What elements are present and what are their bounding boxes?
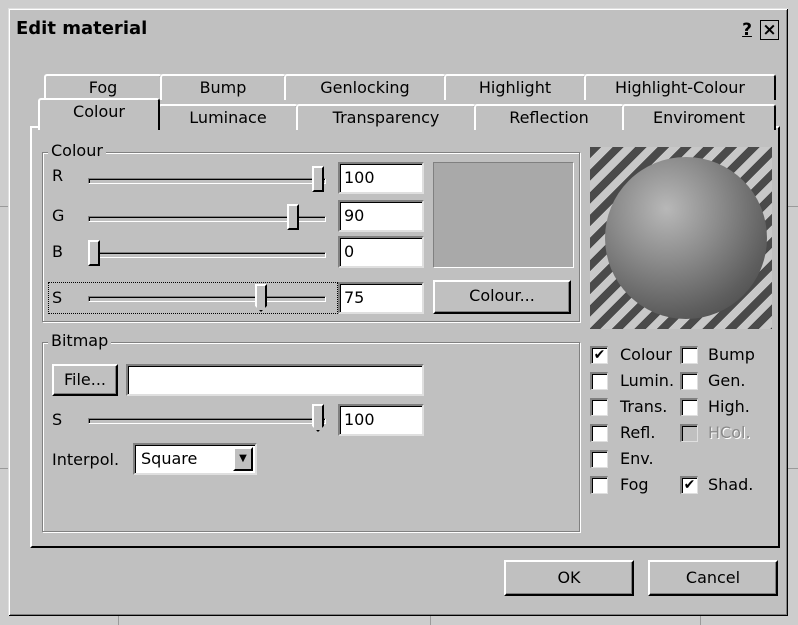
checkbox-colour[interactable]: ✔ xyxy=(590,346,608,364)
checkbox-refl[interactable] xyxy=(590,424,608,442)
checkbox-hcol xyxy=(680,424,698,442)
slider-s-label: S xyxy=(52,288,63,307)
s-value-field[interactable]: 75 xyxy=(338,282,424,314)
checkbox-refl-label: Refl. xyxy=(620,423,656,442)
bitmap-s-track[interactable] xyxy=(88,418,326,424)
slider-g-thumb[interactable] xyxy=(287,204,299,230)
tab-reflection[interactable]: Reflection xyxy=(474,104,624,130)
checkbox-shad-label: Shad. xyxy=(708,475,754,494)
colour-swatch xyxy=(433,162,574,268)
cancel-button[interactable]: Cancel xyxy=(648,560,778,596)
help-button[interactable]: ? xyxy=(738,20,756,40)
checkbox-trans-label: Trans. xyxy=(620,397,668,416)
interpol-label: Interpol. xyxy=(52,450,120,469)
bitmap-s-value-field[interactable]: 100 xyxy=(338,404,424,436)
tab-genlocking[interactable]: Genlocking xyxy=(284,74,446,100)
slider-g-label: G xyxy=(52,206,65,225)
colour-picker-button[interactable]: Colour... xyxy=(433,280,571,314)
tab-luminace[interactable]: Luminace xyxy=(158,104,298,130)
ok-button[interactable]: OK xyxy=(504,560,634,596)
checkbox-high[interactable] xyxy=(680,398,698,416)
slider-b-track[interactable] xyxy=(88,252,326,258)
check-mark-icon: ✔ xyxy=(683,477,696,493)
check-mark-icon: ✔ xyxy=(593,347,606,363)
tab-highlight[interactable]: Highlight xyxy=(444,74,586,100)
checkbox-hcol-label: HCol. xyxy=(708,423,751,442)
bitmap-group-label: Bitmap xyxy=(48,332,112,350)
slider-s-track[interactable] xyxy=(88,296,326,302)
close-button[interactable]: × xyxy=(760,20,779,40)
checkbox-bump-label: Bump xyxy=(708,345,755,364)
chevron-down-icon[interactable]: ▼ xyxy=(233,447,253,471)
material-preview xyxy=(590,147,772,329)
interpol-value: Square xyxy=(141,449,198,468)
dialog-title: Edit material xyxy=(16,18,148,39)
slider-b-label: B xyxy=(52,242,63,261)
tab-highlight-colour[interactable]: Highlight-Colour xyxy=(584,74,776,100)
checkbox-env[interactable] xyxy=(590,450,608,468)
slider-r-track[interactable] xyxy=(88,178,326,184)
checkbox-bump[interactable] xyxy=(680,346,698,364)
checkbox-lumin[interactable] xyxy=(590,372,608,390)
checkbox-gen[interactable] xyxy=(680,372,698,390)
tab-colour[interactable]: Colour xyxy=(38,98,160,130)
checkbox-high-label: High. xyxy=(708,397,750,416)
slider-r-thumb[interactable] xyxy=(312,166,324,192)
checkbox-gen-label: Gen. xyxy=(708,371,746,390)
tab-transparency[interactable]: Transparency xyxy=(296,104,476,130)
colour-group-label: Colour xyxy=(48,142,106,160)
checkbox-fog-label: Fog xyxy=(620,475,649,494)
g-value-field[interactable]: 90 xyxy=(338,200,424,232)
preview-sphere xyxy=(605,157,767,319)
r-value-field[interactable]: 100 xyxy=(338,162,424,194)
checkbox-env-label: Env. xyxy=(620,449,654,468)
tab-fog[interactable]: Fog xyxy=(44,74,162,100)
checkbox-fog[interactable] xyxy=(590,476,608,494)
checkbox-shad[interactable]: ✔ xyxy=(680,476,698,494)
checkbox-lumin-label: Lumin. xyxy=(620,371,675,390)
b-value-field[interactable]: 0 xyxy=(338,236,424,268)
bitmap-s-label: S xyxy=(52,410,63,429)
bitmap-path-field[interactable] xyxy=(126,364,424,396)
tab-bump[interactable]: Bump xyxy=(160,74,286,100)
slider-b-thumb[interactable] xyxy=(88,240,100,266)
tab-enviroment[interactable]: Enviroment xyxy=(622,104,776,130)
interpol-select[interactable]: Square ▼ xyxy=(133,443,257,475)
checkbox-trans[interactable] xyxy=(590,398,608,416)
slider-r-label: R xyxy=(52,166,64,185)
checkbox-colour-label: Colour xyxy=(620,345,672,364)
file-button[interactable]: File... xyxy=(52,364,118,396)
